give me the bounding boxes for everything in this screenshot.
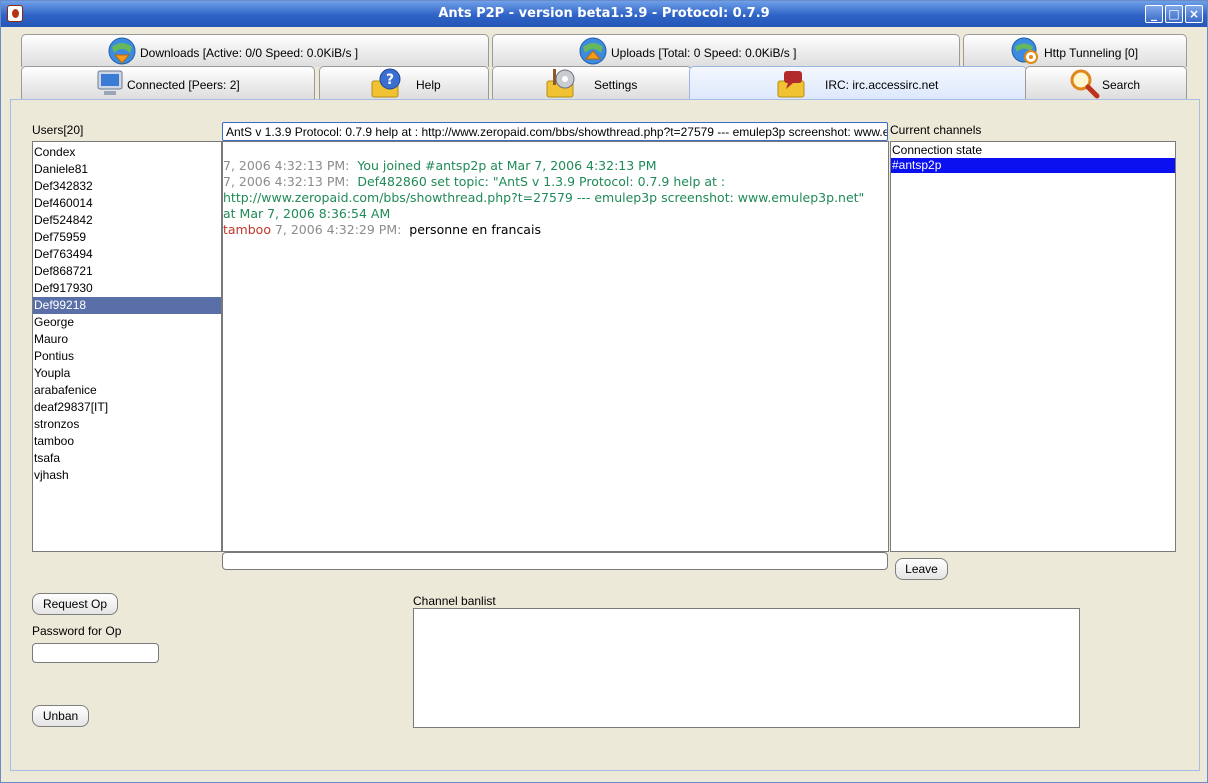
tab-http-label: Http Tunneling [0] xyxy=(1044,46,1139,60)
channels-label: Current channels xyxy=(890,123,982,137)
user-list-item[interactable]: George xyxy=(33,314,221,331)
user-list-item[interactable]: Def460014 xyxy=(33,195,221,212)
topic-field[interactable]: AntS v 1.3.9 Protocol: 0.7.9 help at : h… xyxy=(222,122,888,141)
user-list-item[interactable]: stronzos xyxy=(33,416,221,433)
user-list-item[interactable]: Youpla xyxy=(33,365,221,382)
user-list-item[interactable]: Pontius xyxy=(33,348,221,365)
password-field[interactable] xyxy=(32,643,159,663)
close-button[interactable]: × xyxy=(1185,5,1203,23)
tab-help[interactable]: ? Help xyxy=(319,66,489,99)
title-bar: Ants P2P - version beta1.3.9 - Protocol:… xyxy=(1,1,1207,27)
user-list-item[interactable]: Def75959 xyxy=(33,229,221,246)
user-list-item[interactable]: Def868721 xyxy=(33,263,221,280)
user-list-item[interactable]: Def763494 xyxy=(33,246,221,263)
monitor-icon xyxy=(97,70,123,95)
tab-search-label: Search xyxy=(1102,78,1141,92)
chat-system-message: You joined #antsp2p at Mar 7, 2006 4:32:… xyxy=(357,158,657,173)
chat-timestamp: 7, 2006 4:32:13 PM: xyxy=(223,158,350,173)
user-list-item[interactable]: arabafenice xyxy=(33,382,221,399)
tab-settings[interactable]: Settings xyxy=(492,66,692,99)
chat-line-topic: 7, 2006 4:32:13 PM: Def482860 set topic:… xyxy=(223,174,888,190)
tab-downloads[interactable]: Downloads [Active: 0/0 Speed: 0.0KiB/s ] xyxy=(21,34,489,67)
chat-timestamp: 7, 2006 4:32:13 PM: xyxy=(223,174,350,189)
download-globe-icon xyxy=(108,37,136,65)
chat-message-text: personne en francais xyxy=(409,222,541,237)
user-list-item[interactable]: deaf29837[IT] xyxy=(33,399,221,416)
users-label: Users[20] xyxy=(32,123,84,137)
tab-search[interactable]: Search xyxy=(1025,66,1187,99)
settings-tools-icon xyxy=(546,69,575,98)
banlist-label: Channel banlist xyxy=(413,594,496,608)
tab-http-tunneling[interactable]: Http Tunneling [0] xyxy=(963,34,1187,67)
minimize-button[interactable]: _ xyxy=(1145,5,1163,23)
tunnel-globe-icon xyxy=(1011,37,1038,64)
user-list-item[interactable]: tsafa xyxy=(33,450,221,467)
channel-item[interactable]: Connection state xyxy=(891,143,1175,158)
tab-uploads[interactable]: Uploads [Total: 0 Speed: 0.0KiB/s ] xyxy=(492,34,960,67)
upload-globe-icon xyxy=(579,37,607,65)
window-title: Ants P2P - version beta1.3.9 - Protocol:… xyxy=(438,6,770,21)
irc-chat-icon xyxy=(777,71,805,98)
tab-settings-label: Settings xyxy=(594,78,638,92)
chat-system-message: Def482860 set topic: "AntS v 1.3.9 Proto… xyxy=(357,174,726,189)
maximize-button[interactable]: □ xyxy=(1165,5,1183,23)
chat-line-join: 7, 2006 4:32:13 PM: You joined #antsp2p … xyxy=(223,158,888,174)
channels-list[interactable]: Connection state #antsp2p xyxy=(890,141,1176,552)
chat-area: 7, 2006 4:32:13 PM: You joined #antsp2p … xyxy=(222,141,889,552)
password-label: Password for Op xyxy=(32,624,122,638)
tab-uploads-label: Uploads [Total: 0 Speed: 0.0KiB/s ] xyxy=(611,46,797,60)
tab-connected-label: Connected [Peers: 2] xyxy=(127,78,240,92)
users-list[interactable]: Condex Daniele81 Def342832 Def460014 Def5248… xyxy=(32,141,222,552)
leave-button[interactable]: Leave xyxy=(895,558,948,580)
chat-line-topic-cont: http://www.zeropaid.com/bbs/showthread.p… xyxy=(223,190,865,205)
tab-irc-label: IRC: irc.accessirc.net xyxy=(825,78,939,92)
channel-item-selected[interactable]: #antsp2p xyxy=(891,158,1175,173)
user-list-item[interactable]: Def99218 xyxy=(33,297,221,314)
request-op-button[interactable]: Request Op xyxy=(32,593,118,615)
tab-downloads-label: Downloads [Active: 0/0 Speed: 0.0KiB/s ] xyxy=(140,46,359,60)
app-window: Ants P2P - version beta1.3.9 - Protocol:… xyxy=(0,0,1208,783)
user-list-item[interactable]: tamboo xyxy=(33,433,221,450)
svg-text:?: ? xyxy=(386,72,394,88)
topic-text: AntS v 1.3.9 Protocol: 0.7.9 help at : h… xyxy=(226,125,888,139)
tab-connected[interactable]: Connected [Peers: 2] xyxy=(21,66,315,99)
chat-timestamp: 7, 2006 4:32:29 PM: xyxy=(274,222,402,237)
user-list-item[interactable]: Mauro xyxy=(33,331,221,348)
tab-irc[interactable]: IRC: irc.accessirc.net xyxy=(689,66,1027,99)
chat-line-message: tamboo 7, 2006 4:32:29 PM: personne en f… xyxy=(223,222,888,238)
user-list-item[interactable]: Def342832 xyxy=(33,178,221,195)
banlist-box[interactable] xyxy=(413,608,1080,728)
user-list-item[interactable]: Condex xyxy=(33,144,221,161)
user-list-item[interactable]: Daniele81 xyxy=(33,161,221,178)
chat-nick: tamboo xyxy=(223,222,271,237)
message-input[interactable] xyxy=(222,552,888,570)
help-icon: ? xyxy=(371,68,401,98)
chat-line-topic-date: at Mar 7, 2006 8:36:54 AM xyxy=(223,206,391,221)
user-list-item[interactable]: Def524842 xyxy=(33,212,221,229)
user-list-item[interactable]: Def917930 xyxy=(33,280,221,297)
search-icon xyxy=(1070,69,1100,99)
unban-button[interactable]: Unban xyxy=(32,705,89,727)
user-list-item[interactable]: vjhash xyxy=(33,467,221,484)
tab-help-label: Help xyxy=(416,78,441,92)
